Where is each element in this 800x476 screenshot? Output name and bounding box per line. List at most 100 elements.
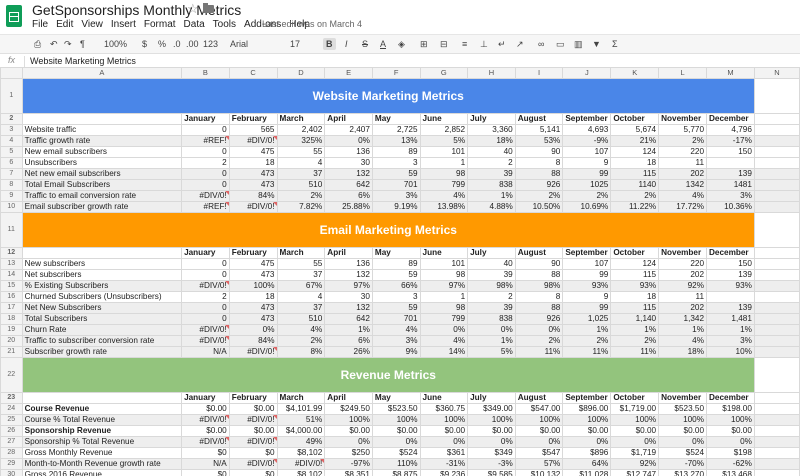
- cell[interactable]: 2%: [610, 190, 660, 202]
- row-number[interactable]: 1: [0, 78, 23, 114]
- cell[interactable]: 2: [181, 157, 230, 169]
- cell[interactable]: 1,342: [658, 313, 708, 325]
- cell[interactable]: 150: [706, 258, 755, 270]
- cell[interactable]: #DIV/0!: [181, 280, 230, 292]
- cell[interactable]: 9: [562, 291, 612, 303]
- cell[interactable]: $0.00: [371, 425, 421, 437]
- cell[interactable]: -70%: [658, 458, 708, 470]
- cell[interactable]: #DIV/0!: [276, 458, 326, 470]
- cell[interactable]: May: [371, 392, 421, 404]
- section-title[interactable]: Revenue Metrics: [21, 357, 755, 393]
- row-number[interactable]: 29: [0, 458, 23, 470]
- row-number[interactable]: 25: [0, 414, 23, 426]
- cell[interactable]: $896: [562, 447, 612, 459]
- cell[interactable]: $8,102: [276, 447, 326, 459]
- cell[interactable]: 1140: [610, 179, 660, 191]
- row-label-cell[interactable]: Sponsorship % Total Revenue: [21, 436, 183, 448]
- cell[interactable]: 8%: [276, 346, 326, 358]
- cell[interactable]: April: [324, 392, 373, 404]
- paint-format-icon[interactable]: ¶: [80, 38, 85, 50]
- cell[interactable]: [753, 392, 800, 404]
- cell[interactable]: 11%: [514, 346, 564, 358]
- italic-button[interactable]: I: [345, 38, 348, 50]
- cell[interactable]: 510: [276, 313, 326, 325]
- cell[interactable]: 17.72%: [658, 201, 708, 213]
- cell[interactable]: 115: [610, 168, 660, 180]
- row-label-cell[interactable]: Sponsorship Revenue: [21, 425, 183, 437]
- cell[interactable]: N/A: [181, 346, 230, 358]
- cell[interactable]: 3: [371, 157, 421, 169]
- select-all-corner[interactable]: [0, 67, 23, 79]
- row-number[interactable]: 15: [0, 280, 23, 292]
- cell[interactable]: 838: [467, 313, 516, 325]
- cell[interactable]: June: [419, 392, 469, 404]
- cell[interactable]: 93%: [706, 280, 755, 292]
- cell[interactable]: March: [276, 247, 326, 259]
- menu-item-edit[interactable]: Edit: [56, 19, 73, 30]
- cell[interactable]: 110%: [371, 458, 421, 470]
- cell[interactable]: 89: [371, 258, 421, 270]
- cell[interactable]: 1: [419, 291, 469, 303]
- cell[interactable]: #DIV/0!: [181, 335, 230, 347]
- zoom-select[interactable]: 100%: [104, 38, 127, 50]
- cell[interactable]: 3: [371, 291, 421, 303]
- cell[interactable]: [753, 335, 800, 347]
- cell[interactable]: $0: [228, 447, 278, 459]
- font-select[interactable]: Arial: [230, 38, 248, 50]
- cell[interactable]: October: [610, 113, 660, 125]
- cell[interactable]: 30: [324, 291, 373, 303]
- cell[interactable]: 3%: [706, 335, 755, 347]
- cell[interactable]: 88: [514, 269, 564, 281]
- cell[interactable]: 473: [228, 269, 278, 281]
- column-header-e[interactable]: E: [324, 67, 373, 79]
- cell[interactable]: $0.00: [514, 425, 564, 437]
- cell[interactable]: 0%: [419, 324, 469, 336]
- cell[interactable]: 13%: [371, 135, 421, 147]
- text-wrap-icon[interactable]: ↵: [498, 38, 506, 50]
- cell[interactable]: 0: [181, 179, 230, 191]
- cell[interactable]: 100%: [514, 414, 564, 426]
- column-header-j[interactable]: J: [562, 67, 612, 79]
- cell[interactable]: 150: [706, 146, 755, 158]
- cell[interactable]: 84%: [228, 190, 278, 202]
- cell[interactable]: $349.00: [467, 403, 516, 415]
- row-number[interactable]: 8: [0, 179, 23, 191]
- cell[interactable]: 0: [181, 168, 230, 180]
- cell[interactable]: 132: [324, 269, 373, 281]
- cell[interactable]: $11,028: [562, 469, 612, 476]
- row-label-cell[interactable]: Course Revenue: [21, 403, 183, 415]
- row-label-cell[interactable]: Churned Subscribers (Unsubscribers): [21, 291, 183, 303]
- valign-icon[interactable]: ⊥: [480, 38, 488, 50]
- cell[interactable]: 84%: [228, 335, 278, 347]
- cell[interactable]: -9%: [562, 135, 612, 147]
- increase-decimal-button[interactable]: .00: [186, 38, 199, 50]
- cell[interactable]: 37: [276, 302, 326, 314]
- cell[interactable]: 3%: [706, 190, 755, 202]
- row-label-cell[interactable]: Traffic to email conversion rate: [21, 190, 183, 202]
- cell[interactable]: December: [706, 392, 755, 404]
- cell[interactable]: $12,747: [610, 469, 660, 476]
- cell[interactable]: 40: [467, 146, 516, 158]
- cell[interactable]: 55: [276, 258, 326, 270]
- cell[interactable]: December: [706, 247, 755, 259]
- cell[interactable]: 99: [562, 269, 612, 281]
- cell[interactable]: 0: [181, 269, 230, 281]
- cell[interactable]: 13.98%: [419, 201, 469, 213]
- column-header-h[interactable]: H: [467, 67, 516, 79]
- cell[interactable]: 473: [228, 313, 278, 325]
- cell[interactable]: 90: [514, 258, 564, 270]
- cell[interactable]: May: [371, 247, 421, 259]
- cell[interactable]: 0%: [324, 436, 373, 448]
- cell[interactable]: 1: [419, 157, 469, 169]
- cell[interactable]: 100%: [371, 414, 421, 426]
- cell[interactable]: 139: [706, 168, 755, 180]
- cell[interactable]: 0%: [610, 436, 660, 448]
- row-label-cell[interactable]: Course % Total Revenue: [21, 414, 183, 426]
- currency-format-button[interactable]: $: [142, 38, 147, 50]
- cell[interactable]: $0.00: [706, 425, 755, 437]
- cell[interactable]: 838: [467, 179, 516, 191]
- row-number[interactable]: 10: [0, 201, 23, 213]
- cell[interactable]: 2,852: [419, 124, 469, 136]
- cell[interactable]: 1,140: [610, 313, 660, 325]
- cell[interactable]: 8: [514, 291, 564, 303]
